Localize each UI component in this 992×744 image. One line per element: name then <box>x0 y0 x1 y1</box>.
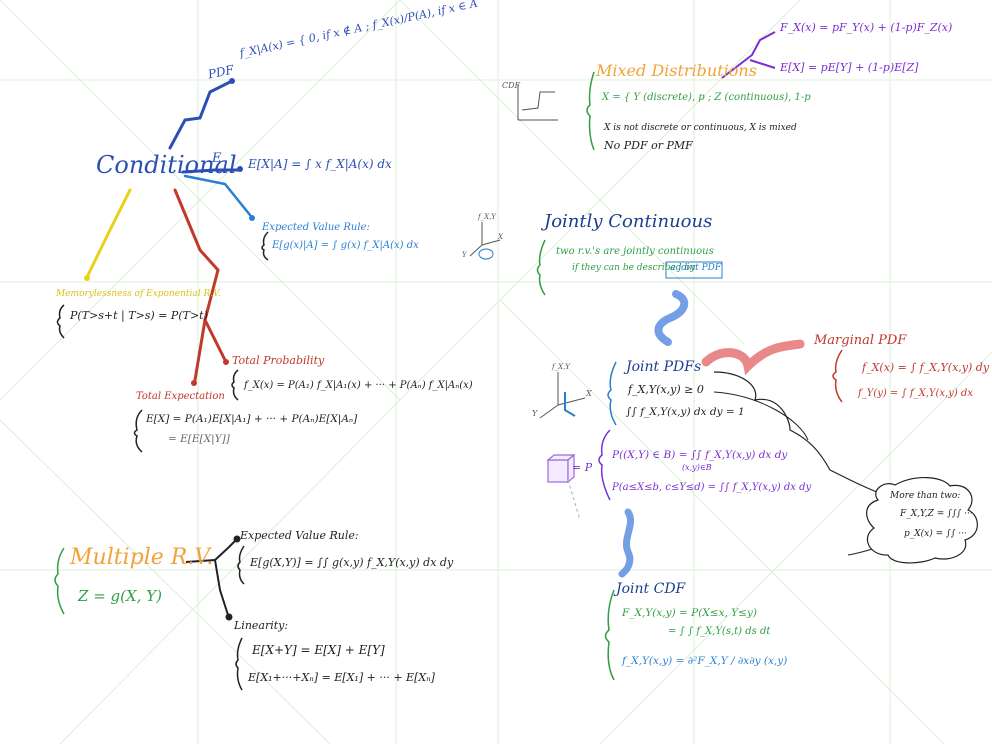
joint-pdfs-f1: f_X,Y(x,y) ≥ 0 <box>628 383 704 396</box>
jointly-axis-x: X <box>498 233 503 241</box>
jointly-title: Jointly Continuous <box>544 211 713 232</box>
joint-pdfs-axis-fxy: f_X,Y <box>552 363 570 371</box>
total-prob-formula: f_X(x) = P(A₁) f_X|A₁(x) + ··· + P(Aₙ) f… <box>244 380 473 391</box>
joint-cdf-l3: f_X,Y(x,y) = ∂²F_X,Y / ∂x∂y (x,y) <box>622 655 788 667</box>
z-formula: Z = g(X, Y) <box>78 587 162 605</box>
mixed-title: Mixed Distributions <box>596 61 757 80</box>
jointly-desc-2b: a joint PDF <box>670 263 722 273</box>
joint-pdfs-axis-x: X <box>586 389 592 398</box>
joint-pdfs-p1-sub: (x,y)∈B <box>682 463 712 472</box>
total-exp-formula-1: E[X] = P(A₁)E[X|A₁] + ··· + P(Aₙ)E[X|Aₙ] <box>146 413 358 425</box>
memoryless-title: Memorylessness of Exponential R.V. <box>56 289 221 299</box>
linearity-2: E[X₁+···+Xₙ] = E[X₁] + ··· + E[Xₙ] <box>248 671 435 684</box>
total-exp-formula-2: = E[E[X|Y]] <box>168 433 230 445</box>
cdf-label: CDF <box>502 81 521 90</box>
multiple-evr-title: Expected Value Rule: <box>240 529 359 542</box>
mixed-note-1: X is not discrete or continuous, X is mi… <box>604 123 797 133</box>
multiple-title: Multiple R.V. <box>70 545 214 570</box>
total-exp-title: Total Expectation <box>136 391 225 402</box>
marginal-fx: f_X(x) = ∫ f_X,Y(x,y) dy <box>862 361 990 374</box>
e-formula: E[X|A] = ∫ x f_X|A(x) dx <box>248 157 392 171</box>
more-line-1: F_X,Y,Z = ∫∫∫ ··· <box>900 509 973 519</box>
evr-formula: E[g(x)|A] = ∫ g(x) f_X|A(x) dx <box>272 240 419 251</box>
joint-cdf-title: Joint CDF <box>616 581 686 597</box>
memoryless-formula: P(T>s+t | T>s) = P(T>t) <box>70 309 208 322</box>
jointly-axis-fxy: f_X,Y <box>478 213 496 221</box>
total-prob-title: Total Probability <box>232 354 325 367</box>
joint-pdfs-f2: ∫∫ f_X,Y(x,y) dx dy = 1 <box>626 406 745 418</box>
mixed-x-def: X = { Y (discrete), p ; Z (continuous), … <box>602 92 811 103</box>
jointly-axis-y: Y <box>462 251 467 259</box>
joint-pdfs-p2: P(a≤X≤b, c≤Y≤d) = ∫∫ f_X,Y(x,y) dx dy <box>612 482 812 493</box>
notes-canvas[interactable]: Conditional PDF f_X|A(x) = { 0, if x ∉ A… <box>0 0 992 744</box>
grid <box>0 0 992 744</box>
mixed-note-2: No PDF or PMF <box>604 139 693 152</box>
joint-cdf-l1: F_X,Y(x,y) = P(X≤x, Y≤y) <box>622 607 757 619</box>
multiple-evr-formula: E[g(X,Y)] = ∫∫ g(x,y) f_X,Y(x,y) dx dy <box>250 556 454 569</box>
more-line-2: p_X(x) = ∫∫ ··· <box>904 529 967 539</box>
marginal-title: Marginal PDF <box>814 333 907 348</box>
evr-title: Expected Value Rule: <box>262 222 370 233</box>
linearity-1: E[X+Y] = E[X] + E[Y] <box>252 643 385 657</box>
joint-cdf-l2: = ∫ ∫ f_X,Y(s,t) ds dt <box>668 626 771 637</box>
linearity-title: Linearity: <box>234 619 289 632</box>
mixed-ex-formula: E[X] = pE[Y] + (1-p)E[Z] <box>780 61 919 74</box>
joint-pdfs-p1: P((X,Y) ∈ B) = ∫∫ f_X,Y(x,y) dx dy <box>612 449 788 461</box>
more-title: More than two: <box>890 491 961 501</box>
e-label: E <box>212 151 222 166</box>
mindmap-lines <box>0 0 992 744</box>
jointly-desc-1: two r.v.'s are jointly continuous <box>556 246 714 257</box>
joint-pdfs-eq-p: = P <box>572 461 593 474</box>
joint-pdfs-title: Joint PDFs <box>626 359 702 375</box>
marginal-fy: f_Y(y) = ∫ f_X,Y(x,y) dx <box>858 388 973 399</box>
mixed-fx-formula: F_X(x) = pF_Y(x) + (1-p)F_Z(x) <box>780 21 953 34</box>
joint-pdfs-axis-y: Y <box>532 409 538 418</box>
